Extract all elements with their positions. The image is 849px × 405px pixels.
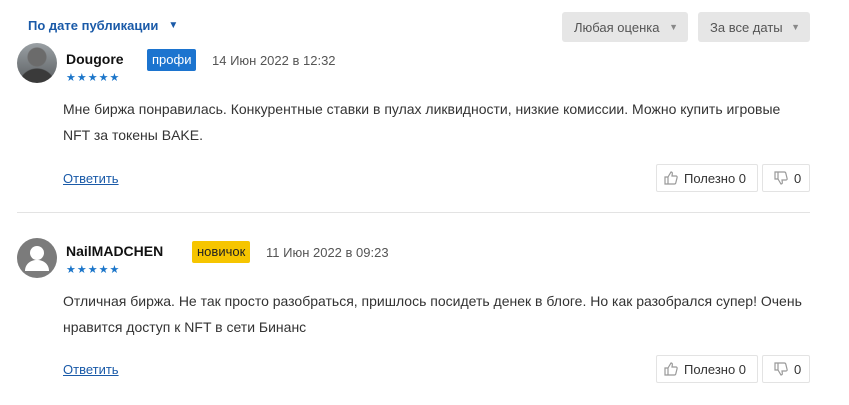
- date-filter-label: За все даты: [710, 19, 783, 35]
- review-text: Отличная биржа. Не так просто разобратьс…: [63, 293, 802, 335]
- review-divider: [17, 212, 810, 213]
- star-rating: ★★★★★: [66, 264, 121, 276]
- star-rating: ★★★★★: [66, 72, 121, 84]
- sort-label: По дате публикации: [28, 18, 159, 33]
- thumb-down-icon: [774, 362, 788, 376]
- reply-link[interactable]: Ответить: [63, 171, 119, 186]
- helpful-button[interactable]: Полезно 0: [656, 355, 758, 383]
- review-text: Мне биржа понравилась. Конкурентные став…: [63, 101, 781, 143]
- thumb-up-icon: [664, 171, 678, 185]
- avatar[interactable]: [17, 43, 57, 83]
- review-item: Dougore профи 14 Июн 2022 в 12:32 ★★★★★ …: [0, 43, 849, 213]
- author-name[interactable]: NailMADCHEN: [66, 243, 163, 259]
- rating-filter-label: Любая оценка: [574, 19, 660, 35]
- thumb-up-icon: [664, 362, 678, 376]
- dislike-count: 0: [794, 170, 802, 186]
- rating-filter-select[interactable]: Любая оценка ▼: [562, 12, 688, 42]
- status-badge: профи: [147, 49, 197, 71]
- default-user-icon: [25, 246, 49, 271]
- reviews-toolbar: По дате публикации ▼ Любая оценка ▼ За в…: [0, 0, 849, 46]
- review-date: 11 Июн 2022 в 09:23: [266, 245, 389, 260]
- sort-dropdown[interactable]: По дате публикации ▼: [28, 18, 178, 33]
- status-badge: новичок: [192, 241, 251, 263]
- review-date: 14 Июн 2022 в 12:32: [212, 53, 336, 68]
- caret-down-icon: ▼: [669, 22, 678, 32]
- dislike-count: 0: [794, 361, 802, 377]
- thumb-down-icon: [774, 171, 788, 185]
- author-name[interactable]: Dougore: [66, 51, 124, 67]
- caret-down-icon: ▼: [791, 22, 800, 32]
- review-item: NailMADCHEN новичок 11 Июн 2022 в 09:23 …: [0, 230, 849, 405]
- caret-down-icon: ▼: [168, 20, 179, 31]
- dislike-button[interactable]: 0: [762, 164, 810, 192]
- reply-link[interactable]: Ответить: [63, 362, 119, 377]
- avatar[interactable]: [17, 238, 57, 278]
- helpful-button[interactable]: Полезно 0: [656, 164, 758, 192]
- dislike-button[interactable]: 0: [762, 355, 810, 383]
- helpful-label: Полезно 0: [684, 361, 747, 377]
- helpful-label: Полезно 0: [684, 170, 747, 186]
- date-filter-select[interactable]: За все даты ▼: [698, 12, 810, 42]
